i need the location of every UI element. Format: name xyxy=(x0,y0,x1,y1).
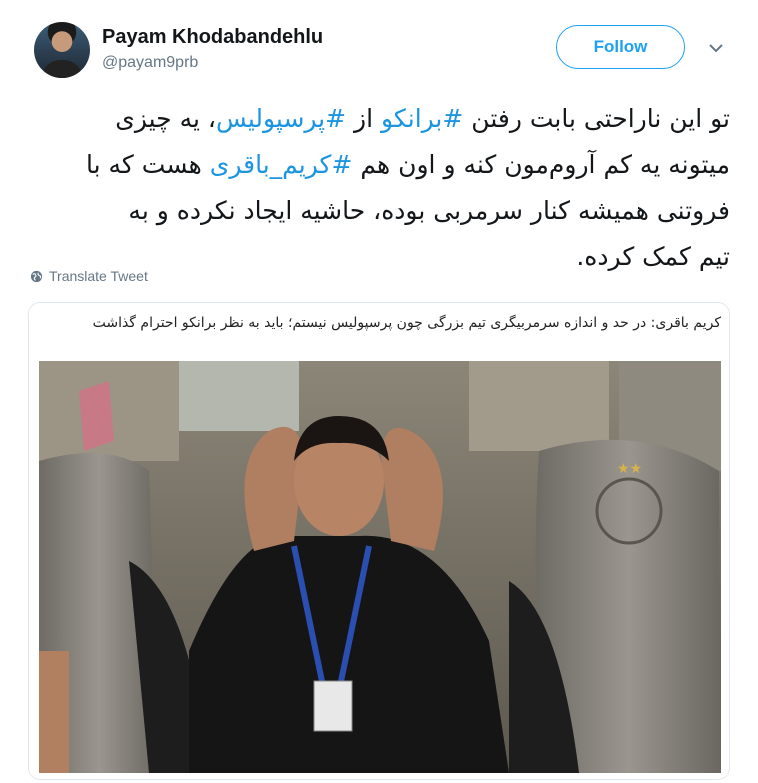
card-title[interactable]: کریم باقری: در حد و اندازه سرمربیگری تیم… xyxy=(39,311,721,335)
translate-label: Translate Tweet xyxy=(49,268,148,284)
svg-text:★★: ★★ xyxy=(617,461,642,477)
tweet-text-segment: میتونه یه کم آروم‌مون کنه و اون هم xyxy=(352,150,730,179)
tweet-header: Payam Khodabandehlu @payam9prb Follow xyxy=(34,22,734,82)
hashtag-link[interactable]: #پرسپولیس xyxy=(216,104,346,133)
hashtag-link[interactable]: #کریم_باقری xyxy=(210,150,353,179)
tweet-text: تو این ناراحتی بابت رفتن #برانکو از #پرس… xyxy=(34,96,730,280)
tweet-text-segment: تو این ناراحتی بابت رفتن xyxy=(463,104,730,133)
tweet-text-segment: از xyxy=(346,104,382,133)
tweet-line: تو این ناراحتی بابت رفتن #برانکو از #پرس… xyxy=(34,96,730,142)
tweet-line: میتونه یه کم آروم‌مون کنه و اون هم #کریم… xyxy=(34,142,730,188)
globe-icon xyxy=(30,270,43,282)
tweet-line: فروتنی همیشه کنار سرمربی بوده، حاشیه ایج… xyxy=(34,188,730,234)
card-photo[interactable]: ★★ xyxy=(39,361,721,773)
tweet-text-segment: فروتنی همیشه کنار سرمربی بوده، حاشیه ایج… xyxy=(128,196,730,225)
hashtag-link[interactable]: #برانکو xyxy=(381,104,463,133)
avatar[interactable] xyxy=(34,22,90,78)
tweet-text-segment: تیم کمک کرده. xyxy=(576,242,730,271)
link-card[interactable]: کریم باقری: در حد و اندازه سرمربیگری تیم… xyxy=(28,302,730,780)
follow-button[interactable]: Follow xyxy=(556,25,685,69)
tweet-text-segment: ، یه چیزی xyxy=(115,104,216,133)
user-handle[interactable]: @payam9prb xyxy=(102,54,198,72)
chevron-down-icon[interactable] xyxy=(706,38,726,58)
translate-tweet-link[interactable]: Translate Tweet xyxy=(30,268,148,284)
user-name[interactable]: Payam Khodabandehlu xyxy=(102,26,323,49)
tweet-text-segment: هست که با xyxy=(86,150,210,179)
